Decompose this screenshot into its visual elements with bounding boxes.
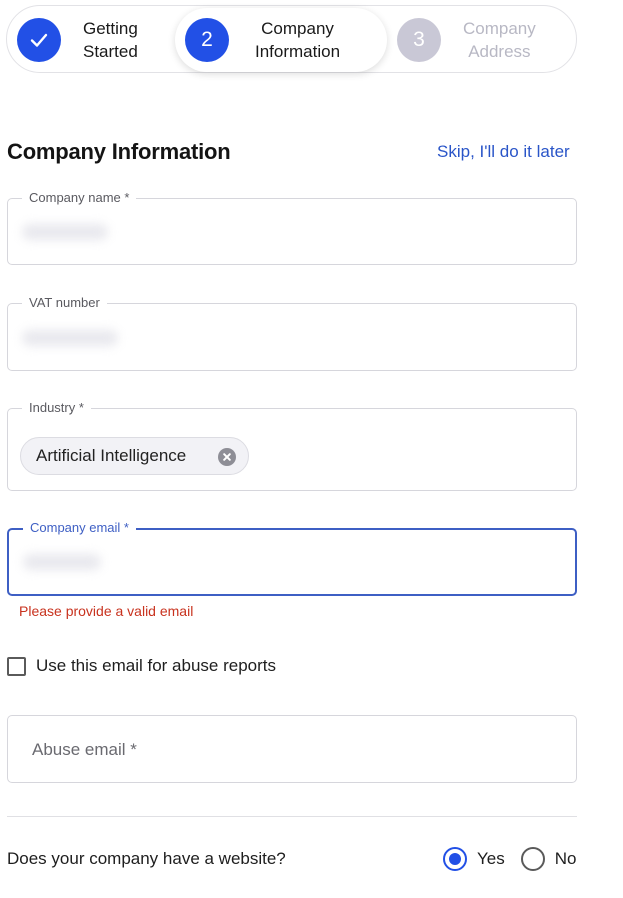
divider (7, 816, 577, 817)
website-radio-group: Yes No (443, 847, 576, 871)
step-label: Company Address (463, 19, 536, 61)
step-company-address[interactable]: 3 Company Address (397, 6, 536, 74)
company-email-field[interactable]: Company email * (7, 518, 577, 596)
step-label: Getting Started (83, 19, 138, 61)
remove-chip-icon[interactable] (218, 448, 236, 466)
company-name-field[interactable]: Company name * (7, 188, 577, 265)
industry-select[interactable]: Industry * Artificial Intelligence (7, 398, 577, 491)
step-label: Company Information (255, 19, 341, 61)
checkbox-label: Use this email for abuse reports (36, 656, 276, 675)
abuse-email-checkbox[interactable] (7, 656, 26, 676)
step-getting-started[interactable]: Getting Started (17, 6, 138, 74)
section-title: Company Information (7, 139, 231, 164)
field-label: Company name * (22, 188, 137, 208)
step-company-information[interactable]: 2 Company Information (175, 8, 387, 72)
radio-label-yes: Yes (477, 849, 505, 868)
step-number: 2 (185, 18, 229, 62)
field-label: VAT number (22, 293, 107, 313)
website-question: Does your company have a website? (7, 849, 286, 868)
progress-stepper: Getting Started 2 Company Information 3 Co… (6, 5, 577, 73)
email-error-message: Please provide a valid email (19, 603, 194, 619)
redacted-value (22, 224, 108, 240)
vat-number-field[interactable]: VAT number (7, 293, 577, 371)
field-placeholder: Abuse email * (32, 740, 137, 759)
field-label: Industry * (22, 398, 91, 418)
checkmark-icon (17, 18, 61, 62)
abuse-email-checkbox-row[interactable]: Use this email for abuse reports (7, 656, 276, 676)
redacted-value (22, 330, 118, 346)
industry-chip: Artificial Intelligence (20, 437, 249, 475)
redacted-value (23, 554, 101, 570)
skip-link[interactable]: Skip, I'll do it later (437, 142, 570, 162)
chip-label: Artificial Intelligence (36, 446, 187, 465)
radio-yes[interactable] (443, 847, 467, 871)
abuse-email-field[interactable]: Abuse email * (7, 715, 577, 783)
field-label: Company email * (23, 518, 136, 538)
radio-no[interactable] (520, 847, 545, 871)
radio-label-no: No (554, 849, 577, 868)
step-number: 3 (397, 18, 441, 62)
